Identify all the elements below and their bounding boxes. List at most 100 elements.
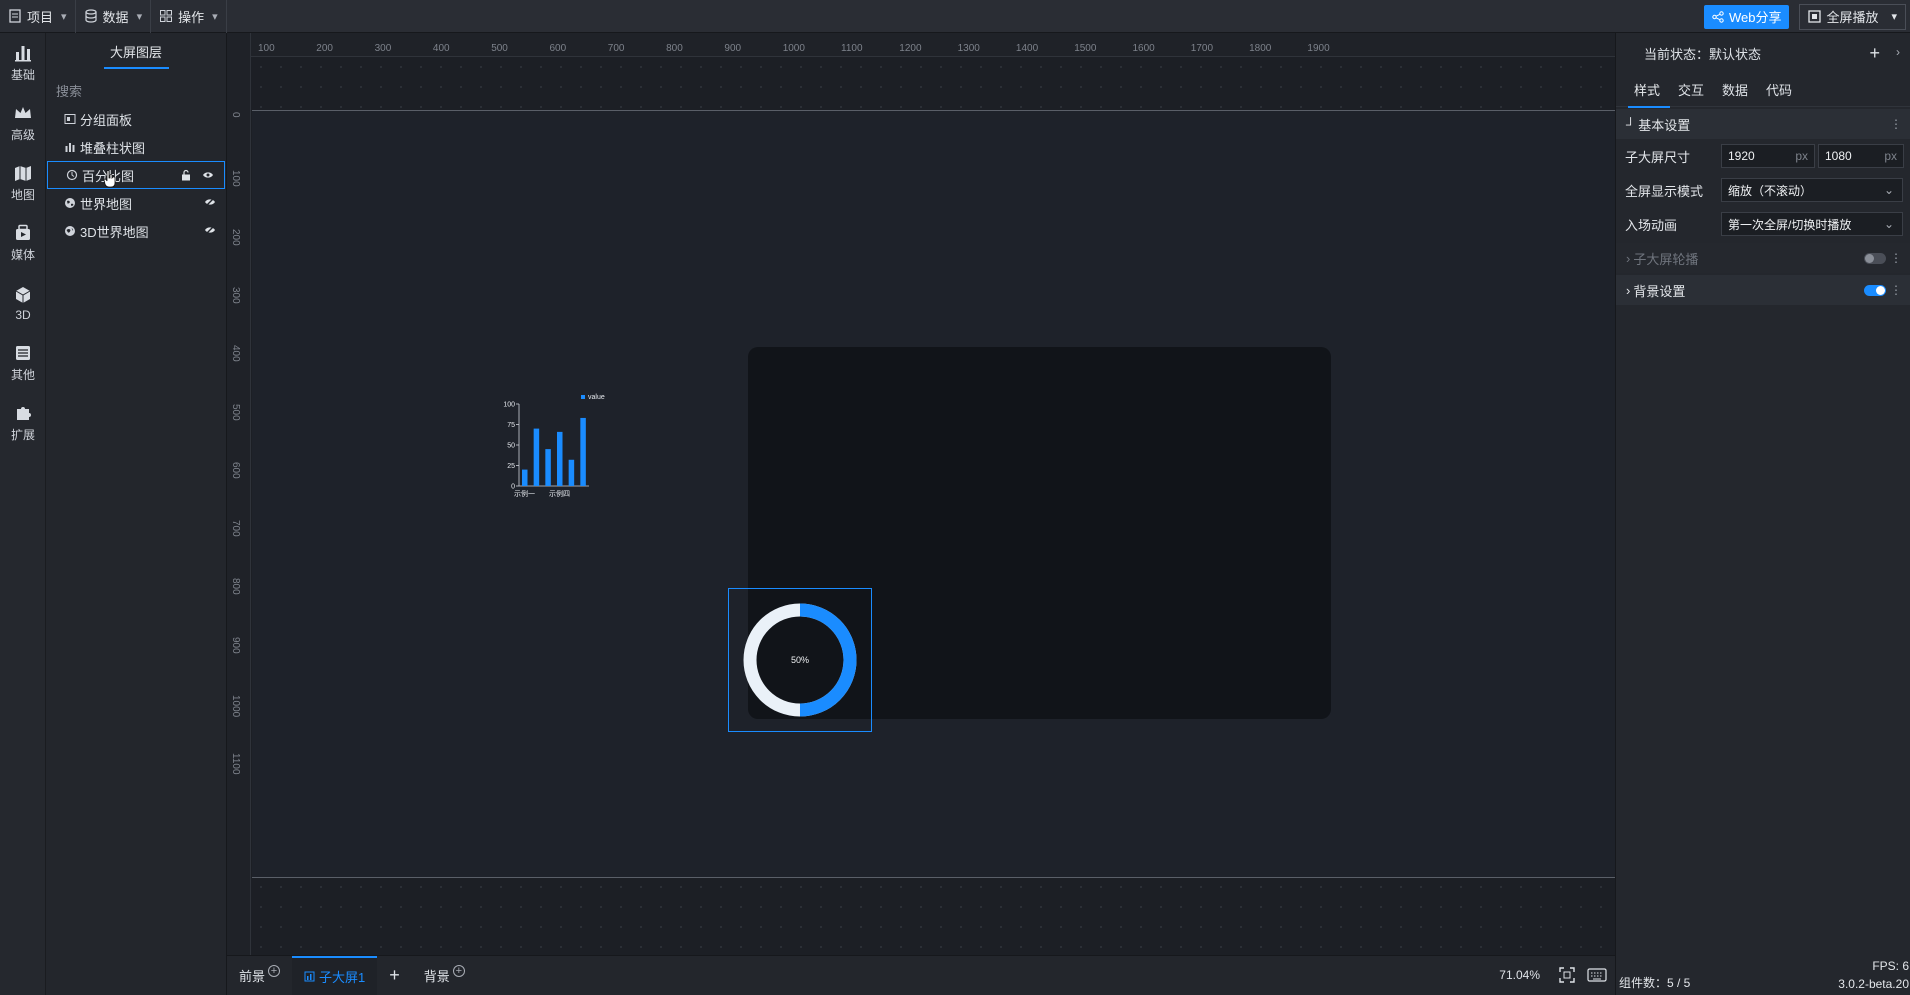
ruler-tick-label: 1300: [957, 43, 980, 54]
tab-code[interactable]: 代码: [1760, 72, 1798, 107]
layer-item-3d-world-map[interactable]: 3D世界地图: [46, 217, 226, 245]
section-basic-label: 基本设置: [1638, 117, 1691, 133]
tab-layers[interactable]: 大屏图层: [46, 33, 226, 69]
y-tick-label: 0: [511, 484, 515, 491]
rail-item-basic[interactable]: 基础: [0, 33, 46, 93]
current-state-label: 当前状态：默认状态: [1644, 46, 1762, 62]
carousel-toggle[interactable]: [1864, 253, 1886, 264]
ruler-tick-label: 1100: [230, 753, 241, 775]
chevron-right-icon[interactable]: ›: [1896, 45, 1900, 59]
add-state-button[interactable]: +: [1869, 43, 1880, 64]
layer-item-label: 世界地图: [80, 196, 133, 212]
ruler-tick-label: 300: [230, 286, 241, 304]
share-icon: [1712, 10, 1724, 23]
ruler-tick-label: 400: [230, 345, 241, 362]
menu-operate[interactable]: 操作 ▾: [151, 0, 227, 33]
tab-interaction[interactable]: 交互: [1672, 72, 1710, 107]
unit-label: px: [1795, 149, 1808, 163]
tab-foreground[interactable]: 前景 +: [227, 956, 292, 995]
media-icon: [16, 224, 30, 240]
percent-chart-widget[interactable]: 50%: [728, 588, 872, 732]
layer-tools: [180, 169, 214, 181]
tab-sub-screen-1[interactable]: 子大屏1: [292, 955, 378, 995]
field-entry-animation: 入场动画 第一次全屏/切换时播放 ⌄: [1616, 207, 1910, 241]
section-basic-settings[interactable]: ┘ 基本设置 ⋮: [1616, 109, 1910, 139]
tab-style[interactable]: 样式: [1628, 72, 1671, 108]
bar: [580, 417, 586, 486]
rail-item-label: 其他: [10, 368, 35, 382]
section-carousel-label: 子大屏轮播: [1633, 251, 1699, 267]
y-tick-label: 50: [507, 443, 515, 450]
rail-item-advanced[interactable]: 高级: [0, 93, 46, 153]
rail-item-media[interactable]: 媒体: [0, 213, 46, 273]
display-mode-select[interactable]: 缩放（不滚动） ⌄: [1721, 178, 1903, 202]
sub-screen-canvas[interactable]: value 100 75 50 25 0 示例一 示例四 50%: [252, 110, 1615, 878]
background-toggle[interactable]: [1864, 285, 1886, 296]
eye-off-icon[interactable]: [204, 224, 216, 236]
field-display-mode: 全屏显示模式 缩放（不滚动） ⌄: [1616, 173, 1910, 207]
height-value: 1080: [1825, 149, 1852, 163]
entry-animation-select[interactable]: 第一次全屏/切换时播放 ⌄: [1721, 212, 1903, 236]
width-value: 1920: [1728, 149, 1755, 163]
width-input[interactable]: 1920 px: [1721, 144, 1815, 168]
bar: [568, 459, 575, 486]
rail-item-other[interactable]: 其他: [0, 333, 46, 393]
more-vertical-icon[interactable]: ⋮: [1890, 251, 1902, 265]
ruler-tick-label: 800: [666, 43, 683, 54]
rail-item-label: 地图: [10, 188, 35, 202]
grid-icon: [160, 10, 173, 22]
fullscreen-play-button[interactable]: 全屏播放 ▾: [1799, 3, 1906, 30]
rail-item-extension[interactable]: 扩展: [0, 393, 46, 453]
legend-swatch: [581, 395, 585, 399]
search-placeholder: 搜索: [56, 83, 83, 99]
add-screen-button[interactable]: +: [377, 956, 412, 995]
bar: [545, 449, 551, 486]
version-label: 3.0.2-beta.20: [1838, 977, 1909, 991]
add-circle-icon[interactable]: +: [452, 964, 465, 977]
more-vertical-icon[interactable]: ⋮: [1890, 283, 1902, 297]
ruler-tick-label: 400: [432, 43, 450, 54]
x-tick-label: 示例一: [514, 489, 535, 498]
layer-item-group-panel[interactable]: 分组面板: [46, 105, 226, 133]
rail-item-map[interactable]: 地图: [0, 153, 46, 213]
web-share-button[interactable]: Web分享: [1703, 4, 1790, 29]
eye-icon[interactable]: [202, 169, 214, 181]
size-label: 子大屏尺寸: [1625, 149, 1691, 165]
layer-item-label: 3D世界地图: [80, 224, 149, 240]
anim-label: 入场动画: [1625, 217, 1678, 233]
tab-sub-screen-label: 子大屏1: [319, 970, 366, 985]
layer-search-input[interactable]: 搜索: [50, 75, 222, 105]
ruler-tick-label: 1500: [1074, 43, 1097, 54]
section-background[interactable]: › 背景设置 ⋮: [1616, 275, 1910, 305]
fps-readout: FPS: 6: [1872, 959, 1909, 973]
fullscreen-play-label: 全屏播放: [1826, 10, 1879, 25]
layer-item-percent[interactable]: 百分比图: [47, 161, 225, 189]
tab-background[interactable]: 背景 +: [412, 956, 477, 995]
status-footer: 组件数：5 / 5 FPS: 6 3.0.2-beta.20: [1616, 955, 1910, 995]
bar: [522, 469, 528, 486]
more-vertical-icon[interactable]: ⋮: [1890, 117, 1902, 131]
bar-icon: [65, 143, 75, 152]
layer-item-world-map[interactable]: 世界地图: [46, 189, 226, 217]
rail-item-3d[interactable]: 3D: [0, 273, 46, 333]
menu-project[interactable]: 项目 ▾: [0, 0, 76, 33]
ruler-tick-label: 300: [374, 43, 392, 54]
section-carousel[interactable]: › 子大屏轮播 ⋮: [1616, 243, 1910, 273]
menu-data-label: 数据: [102, 9, 129, 25]
crown-icon: [15, 107, 31, 118]
add-circle-icon[interactable]: +: [268, 964, 281, 977]
layer-item-stacked-bar[interactable]: 堆叠柱状图: [46, 133, 226, 161]
ruler-tick-label: 0: [230, 112, 241, 118]
height-input[interactable]: 1080 px: [1818, 144, 1904, 168]
keyboard-icon[interactable]: [1587, 968, 1607, 982]
menu-data[interactable]: 数据 ▾: [76, 0, 152, 33]
fit-screen-icon[interactable]: [1559, 967, 1575, 983]
zoom-level[interactable]: 71.04%: [1499, 968, 1540, 982]
ruler-tick-label: 800: [230, 578, 241, 596]
eye-off-icon[interactable]: [204, 196, 216, 208]
unlock-icon[interactable]: [180, 169, 192, 181]
stacked-bar-chart-widget[interactable]: value 100 75 50 25 0 示例一 示例四: [502, 389, 627, 524]
tab-data[interactable]: 数据: [1716, 72, 1754, 107]
editor-canvas[interactable]: value 100 75 50 25 0 示例一 示例四 50% 100 200 300 40…: [227, 33, 1615, 955]
ruler-tick-label: 1200: [899, 43, 922, 54]
